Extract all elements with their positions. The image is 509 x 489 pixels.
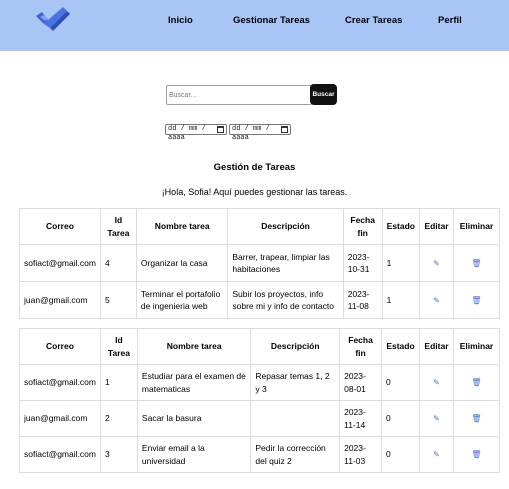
cell-nombre: Sacar la basura [136, 400, 252, 437]
trash-icon[interactable]: 🗑 [471, 296, 481, 305]
cell-descripcion: Repasar temas 1, 2 y 3 [250, 364, 341, 401]
edit-icon[interactable]: ✎ [433, 414, 440, 423]
column-header: Correo [19, 328, 101, 365]
edit-cell: ✎ [418, 400, 454, 437]
delete-cell: 🗑 [452, 244, 501, 282]
table-row: juan@gmail.com 2 Sacar la basura 2023-11… [19, 400, 501, 437]
nav-link-inicio[interactable]: Inicio [168, 15, 193, 26]
column-header: Id Tarea [99, 208, 137, 245]
cell-estado: 1 [381, 244, 421, 282]
cell-nombre: Enviar email a la universidad [136, 436, 252, 473]
column-header: Fecha fin [339, 328, 382, 365]
cell-descripcion: Pedir la corrección del quiz 2 [250, 436, 341, 473]
tasks-table-2: Correo Id Tarea Nombre tarea Descripción… [19, 328, 501, 473]
delete-cell: 🗑 [452, 364, 501, 401]
column-header: Fecha fin [342, 208, 383, 245]
cell-descripcion: Subir los proyectos, info sobre mi y inf… [227, 281, 344, 319]
column-header: Eliminar [452, 208, 501, 245]
cell-fecha: 2023-11-03 [339, 436, 382, 473]
cell-id: 5 [99, 281, 137, 319]
cell-fecha: 2023-10-31 [342, 244, 383, 282]
calendar-icon[interactable] [281, 126, 288, 133]
edit-icon[interactable]: ✎ [433, 296, 440, 305]
end-date-placeholder: dd / mm / aaaa [232, 125, 270, 142]
table-row: sofiact@gmail.com 1 Estudiar para el exa… [19, 364, 501, 401]
cell-correo: juan@gmail.com [19, 400, 101, 437]
trash-icon[interactable]: 🗑 [471, 450, 481, 459]
table-row: sofiact@gmail.com 4 Organizar la casa Ba… [19, 244, 501, 282]
trash-icon[interactable]: 🗑 [471, 259, 481, 268]
cell-fecha: 2023-11-08 [342, 281, 383, 319]
start-date-placeholder: dd / mm / aaaa [168, 125, 206, 142]
delete-cell: 🗑 [452, 281, 501, 319]
cell-fecha: 2023-11-14 [339, 400, 382, 437]
table-header-row: Correo Id Tarea Nombre tarea Descripción… [19, 328, 501, 365]
cell-nombre: Terminar el portafolio de ingenieria web [135, 281, 229, 319]
column-header: Descripción [227, 208, 344, 245]
table-row: juan@gmail.com 5 Terminar el portafolio … [19, 281, 501, 319]
cell-descripcion: Barrer, trapear, limpiar las habitacione… [227, 244, 344, 282]
cell-id: 3 [99, 436, 138, 473]
trash-icon[interactable]: 🗑 [471, 378, 481, 387]
greeting-text: ¡Hola, Sofia! Aquí puedes gestionar las … [161, 187, 348, 197]
column-header: Estado [381, 208, 421, 245]
nav-link-gestionar-tareas[interactable]: Gestionar Tareas [233, 15, 310, 26]
edit-cell: ✎ [419, 281, 454, 319]
cell-id: 4 [99, 244, 137, 282]
delete-cell: 🗑 [452, 436, 501, 473]
cell-estado: 0 [381, 436, 420, 473]
column-header: Id Tarea [99, 328, 138, 365]
column-header: Editar [418, 328, 454, 365]
cell-nombre: Organizar la casa [135, 244, 229, 282]
table-row: sofiact@gmail.com 3 Enviar email a la un… [19, 436, 501, 473]
checkmark-logo-icon[interactable] [36, 6, 70, 32]
cell-correo: sofiact@gmail.com [19, 364, 101, 401]
edit-icon[interactable]: ✎ [433, 450, 440, 459]
cell-id: 1 [99, 364, 138, 401]
column-header: Descripción [250, 328, 341, 365]
column-header: Eliminar [452, 328, 501, 365]
column-header: Nombre tarea [136, 328, 252, 365]
search-button[interactable]: Buscar [310, 84, 337, 105]
cell-id: 2 [99, 400, 138, 437]
edit-cell: ✎ [419, 244, 454, 282]
nav-link-perfil[interactable]: Perfil [438, 15, 462, 26]
column-header: Estado [381, 328, 420, 365]
start-date-input[interactable]: dd / mm / aaaa [165, 124, 227, 142]
delete-cell: 🗑 [452, 400, 501, 437]
cell-correo: juan@gmail.com [19, 281, 101, 319]
edit-cell: ✎ [418, 364, 454, 401]
cell-estado: 0 [381, 364, 420, 401]
edit-cell: ✎ [418, 436, 454, 473]
cell-nombre: Estudiar para el examen de matematicas [136, 364, 252, 401]
cell-correo: sofiact@gmail.com [19, 244, 101, 282]
end-date-input[interactable]: dd / mm / aaaa [229, 124, 291, 142]
cell-correo: sofiact@gmail.com [19, 436, 101, 473]
column-header: Correo [19, 208, 101, 245]
search-input[interactable] [166, 85, 312, 105]
cell-estado: 0 [381, 400, 420, 437]
trash-icon[interactable]: 🗑 [471, 414, 481, 423]
navbar: Inicio Gestionar Tareas Crear Tareas Per… [0, 0, 509, 51]
nav-link-crear-tareas[interactable]: Crear Tareas [345, 15, 402, 26]
cell-descripcion [250, 400, 341, 437]
calendar-icon[interactable] [217, 126, 224, 133]
column-header: Editar [419, 208, 454, 245]
cell-estado: 1 [381, 281, 421, 319]
tasks-table-1: Correo Id Tarea Nombre tarea Descripción… [19, 208, 501, 319]
column-header: Nombre tarea [135, 208, 229, 245]
table-header-row: Correo Id Tarea Nombre tarea Descripción… [19, 208, 501, 245]
edit-icon[interactable]: ✎ [433, 378, 440, 387]
cell-fecha: 2023-08-01 [339, 364, 382, 401]
edit-icon[interactable]: ✎ [433, 259, 440, 268]
page-title: Gestión de Tareas [213, 162, 296, 173]
